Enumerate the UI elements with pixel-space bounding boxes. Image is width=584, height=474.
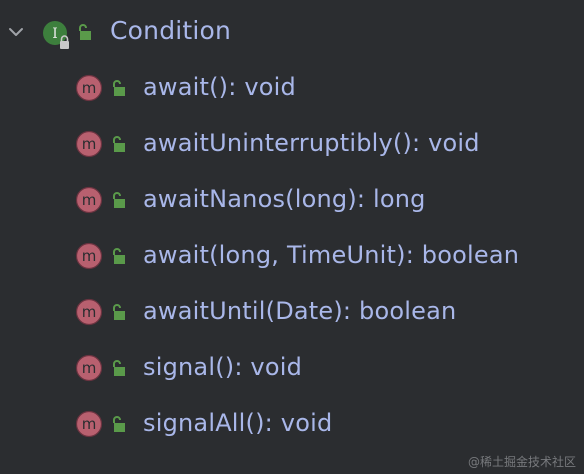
svg-text:m: m [82,303,97,321]
method-icon: m [75,74,103,102]
tree-node-condition[interactable]: I Condition [0,4,584,60]
chevron-down-icon[interactable] [8,24,24,40]
tree-node-method[interactable]: m signalAll(): void [0,396,584,452]
tree-node-method[interactable]: m await(long, TimeUnit): boolean [0,228,584,284]
public-lock-icon [113,248,125,264]
method-icon: m [75,354,103,382]
svg-text:m: m [82,247,97,265]
watermark: @稀土掘金技术社区 [467,455,576,469]
svg-text:m: m [82,135,97,153]
method-icon: m [75,242,103,270]
method-label: await(long, TimeUnit): boolean [143,241,520,269]
method-label: awaitUninterruptibly(): void [143,129,480,157]
method-icon: m [75,186,103,214]
method-label: await(): void [143,73,296,101]
tree-node-method[interactable]: m awaitNanos(long): long [0,172,584,228]
method-label: awaitUntil(Date): boolean [143,297,457,325]
method-icon: m [75,410,103,438]
public-lock-icon [113,304,125,320]
method-icon: m [75,298,103,326]
tree-node-method[interactable]: m signal(): void [0,340,584,396]
svg-text:m: m [82,359,97,377]
tree-node-method[interactable]: m awaitUntil(Date): boolean [0,284,584,340]
tree-node-method[interactable]: m await(): void [0,60,584,116]
public-lock-icon [113,192,125,208]
public-lock-icon [79,24,91,40]
svg-text:m: m [82,415,97,433]
method-icon: m [75,130,103,158]
method-label: signal(): void [143,353,303,381]
interface-icon: I [43,21,69,49]
public-lock-icon [113,136,125,152]
tree-node-method[interactable]: m awaitUninterruptibly(): void [0,116,584,172]
public-lock-icon [113,80,125,96]
structure-tree: I Condition m await(): void m awaitUninterr… [0,0,584,474]
svg-text:I: I [52,26,58,42]
public-lock-icon [113,360,125,376]
method-label: awaitNanos(long): long [143,185,426,213]
svg-text:m: m [82,191,97,209]
public-lock-icon [113,416,125,432]
method-label: signalAll(): void [143,409,333,437]
tree-node-label: Condition [110,16,232,45]
svg-text:m: m [82,79,97,97]
